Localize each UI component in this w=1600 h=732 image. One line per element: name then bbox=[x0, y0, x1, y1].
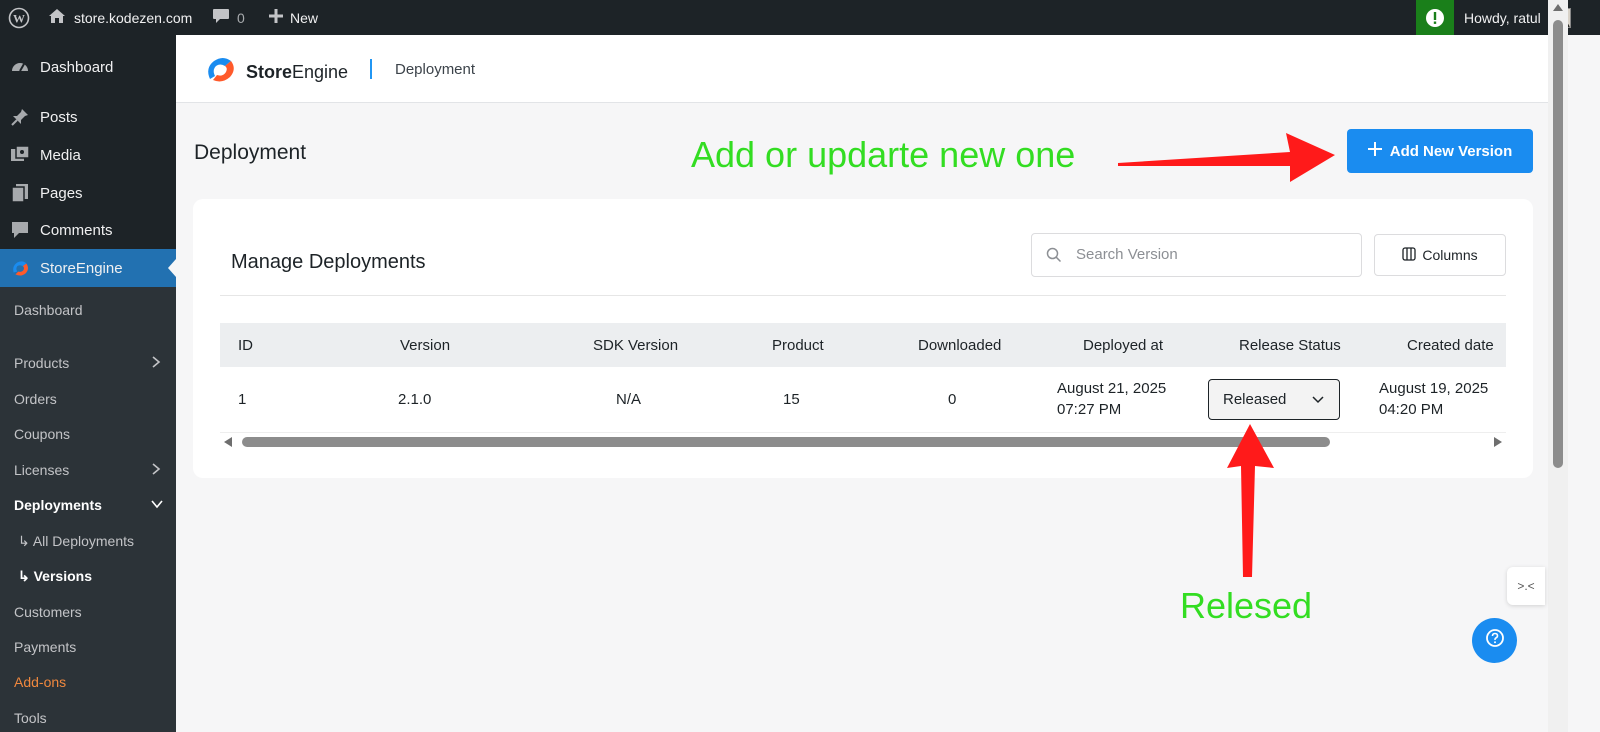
help-button[interactable] bbox=[1472, 618, 1517, 663]
annotation-arrow-right bbox=[1118, 133, 1335, 182]
annotation-arrow-up bbox=[1227, 424, 1274, 577]
annotation-released: Relesed bbox=[1180, 585, 1313, 626]
annotation-add-update: Add or updarte new one bbox=[691, 134, 1076, 175]
annotation-arrows bbox=[1118, 133, 1335, 577]
help-icon bbox=[1485, 628, 1505, 653]
collapse-panel-icon[interactable]: >.< bbox=[1507, 567, 1545, 605]
vertical-scrollbar-thumb[interactable] bbox=[1553, 20, 1563, 468]
scroll-up-arrow-icon[interactable] bbox=[1553, 4, 1563, 11]
